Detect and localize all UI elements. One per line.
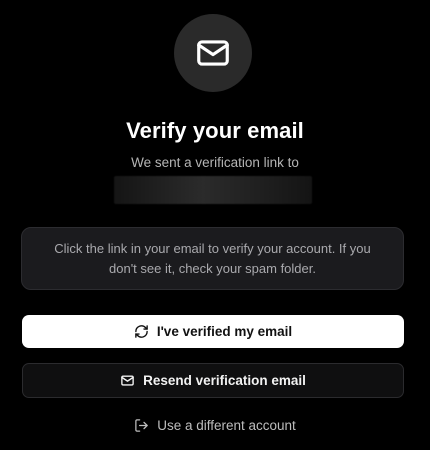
redacted-email-address: [114, 176, 312, 204]
use-different-account-label: Use a different account: [157, 418, 296, 433]
info-message-box: Click the link in your email to verify y…: [21, 227, 404, 290]
use-different-account-link[interactable]: Use a different account: [0, 418, 430, 433]
verification-subtitle: We sent a verification link to: [131, 155, 299, 170]
verified-email-button-label: I've verified my email: [156, 324, 293, 339]
info-message-text: Click the link in your email to verify y…: [54, 240, 371, 276]
log-out-icon: [134, 418, 149, 433]
resend-verification-button-label: Resend verification email: [143, 373, 306, 388]
verified-email-button[interactable]: I've verified my email: [22, 315, 404, 348]
page-title: Verify your email: [126, 118, 304, 143]
resend-verification-button[interactable]: Resend verification email: [22, 363, 404, 398]
refresh-icon: [134, 324, 149, 339]
email-icon-badge: [174, 14, 252, 92]
mail-icon: [194, 34, 232, 72]
mail-icon: [120, 373, 135, 388]
